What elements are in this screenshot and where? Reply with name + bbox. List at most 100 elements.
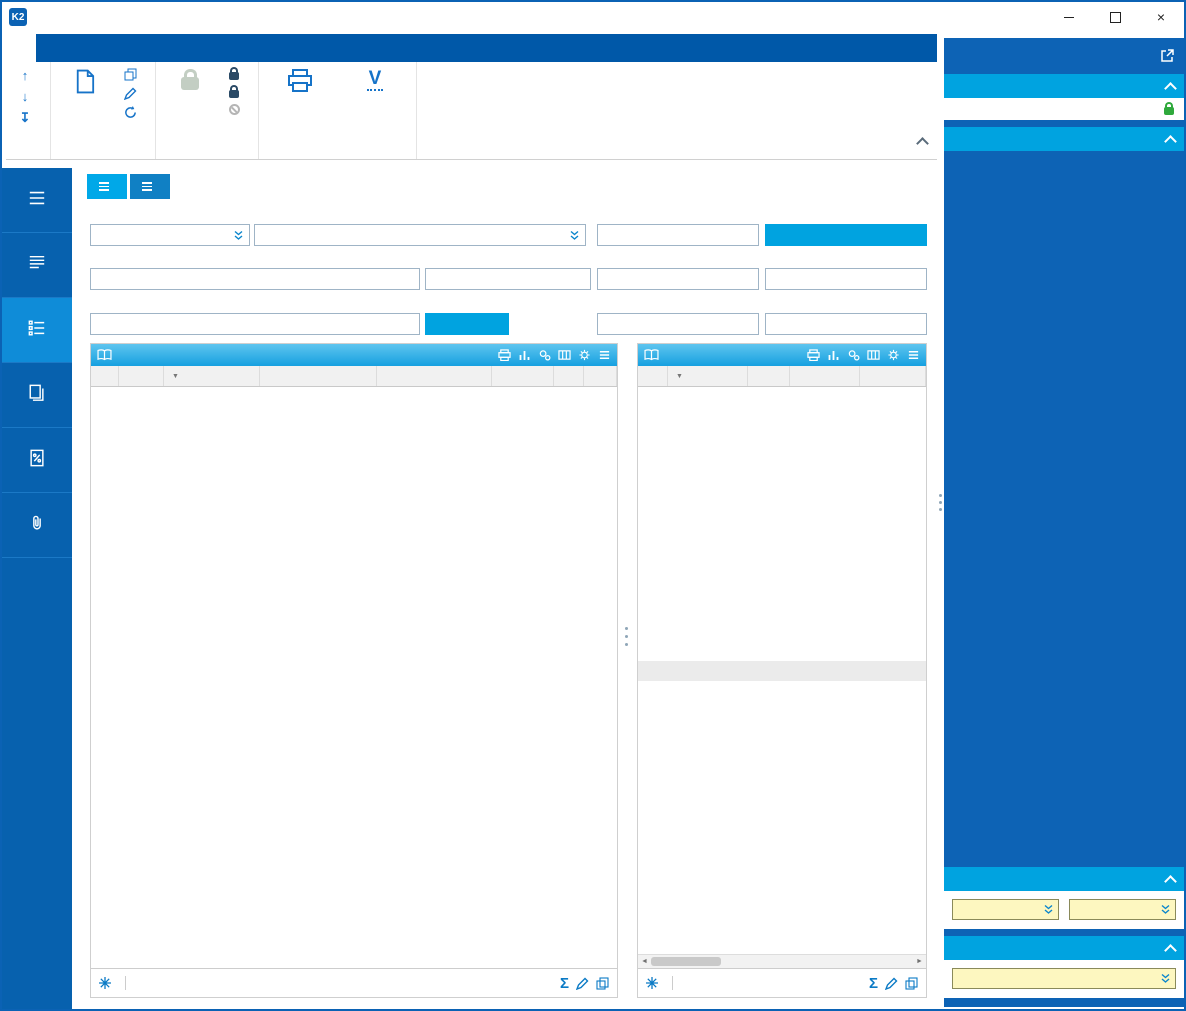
ribbon-tab-domu[interactable]	[6, 34, 36, 62]
kopie-button[interactable]	[117, 65, 150, 84]
minimize-button[interactable]	[1046, 2, 1092, 32]
close-button[interactable]: ×	[1138, 2, 1184, 32]
maximize-button[interactable]	[1092, 2, 1138, 32]
sidebar-item-prilohy[interactable]	[2, 493, 72, 558]
sidebar-item-prirazene-doklady[interactable]	[2, 363, 72, 428]
ribbon-tab-hromadne-akce[interactable]	[66, 34, 96, 62]
list-icon	[27, 189, 47, 207]
sum-icon[interactable]: Σ	[560, 975, 569, 992]
column-header-datum-pohybu[interactable]: ▼	[164, 366, 260, 386]
select-book-icon: V	[367, 69, 384, 91]
section-parametry[interactable]	[944, 867, 1184, 891]
settings-gear-icon[interactable]	[887, 349, 900, 361]
lock-icon	[229, 72, 239, 80]
column-header-datum-pohybu[interactable]: ▼	[668, 366, 748, 386]
book-icon	[97, 349, 112, 361]
column-header-pohyb[interactable]	[119, 366, 164, 386]
edit-icon[interactable]	[576, 977, 589, 990]
expand-panel-icon[interactable]	[1160, 49, 1174, 63]
chart-icon[interactable]	[827, 349, 840, 361]
obdobi-select[interactable]	[952, 968, 1176, 989]
sidebar-item-dan-z-nemovitosti[interactable]	[2, 428, 72, 493]
zmena-data-potvrzeni-button[interactable]	[222, 83, 253, 101]
edit-icon[interactable]	[885, 977, 898, 990]
section-ostatni-udaje[interactable]	[944, 127, 1184, 151]
columns-icon[interactable]	[558, 349, 571, 361]
tables-splitter[interactable]	[623, 608, 629, 664]
sum-icon[interactable]: Σ	[869, 975, 878, 992]
arrow-up-icon: ↑	[18, 68, 32, 83]
column-header-z[interactable]	[584, 366, 617, 386]
copy-rows-icon[interactable]	[596, 977, 609, 990]
column-header-rocni-proc[interactable]	[492, 366, 554, 386]
gears-icon[interactable]	[538, 349, 551, 361]
opravky-celkem-field[interactable]	[597, 268, 759, 290]
lock-icon	[1164, 107, 1174, 115]
tab-ucetni-plan[interactable]	[130, 174, 170, 199]
opravky-navedeni-field[interactable]	[765, 268, 927, 290]
list-icon	[99, 182, 109, 191]
chart-icon[interactable]	[518, 349, 531, 361]
dropdown-icon	[569, 230, 580, 241]
panel-splitter[interactable]	[937, 32, 944, 1009]
obnovit-button[interactable]	[117, 103, 150, 122]
typ-planu-select[interactable]	[90, 224, 250, 246]
gears-icon[interactable]	[847, 349, 860, 361]
ribbon-group-zaznam	[51, 62, 156, 159]
print-icon[interactable]	[498, 349, 511, 361]
vypoctovy-typ-field[interactable]	[425, 268, 591, 290]
tab-danovy-plan[interactable]	[87, 174, 127, 199]
sidebar-item-polozky[interactable]	[2, 298, 72, 363]
predchozi-button[interactable]: ↑	[11, 65, 45, 86]
column-header-typ[interactable]	[748, 366, 790, 386]
printer-icon	[287, 69, 313, 93]
storno-button[interactable]	[222, 101, 253, 118]
posledni-button[interactable]: ↧	[11, 107, 45, 129]
funkce-a-tisk-button[interactable]	[264, 65, 336, 142]
settings-gear-icon[interactable]	[578, 349, 591, 361]
section-zakladni-udaje[interactable]	[944, 74, 1184, 98]
ribbon-collapse-button[interactable]	[918, 137, 927, 151]
menu-icon[interactable]	[598, 349, 611, 361]
vstupni-cena-field[interactable]	[597, 224, 759, 246]
column-header-castka[interactable]	[377, 366, 492, 386]
odpisovy-plan-field[interactable]	[90, 268, 420, 290]
sort-arrow-icon: ▼	[676, 373, 683, 380]
column-header-ps[interactable]	[554, 366, 584, 386]
section-nastaveni[interactable]	[944, 936, 1184, 960]
scrollbar-thumb[interactable]	[651, 957, 721, 966]
horizontal-scrollbar[interactable]: ◄ ►	[638, 954, 926, 968]
scroll-right-icon[interactable]: ►	[913, 958, 926, 965]
column-header-typ-pohybu[interactable]	[260, 366, 377, 386]
sidebar-item-zakladni-udaje[interactable]	[2, 233, 72, 298]
obdobi-od-select[interactable]	[952, 899, 1059, 920]
obdobi-do-select[interactable]	[1069, 899, 1176, 920]
potvrzeni-button[interactable]	[161, 65, 219, 142]
copy-rows-icon[interactable]	[905, 977, 918, 990]
scroll-left-icon[interactable]: ◄	[638, 958, 651, 965]
column-header-castka[interactable]	[790, 366, 860, 386]
group-label-navigace	[11, 142, 45, 159]
prepocet-button[interactable]	[425, 313, 509, 335]
zmena-button[interactable]	[117, 84, 150, 103]
menu-icon[interactable]	[907, 349, 920, 361]
novy-button[interactable]	[56, 65, 114, 142]
maximize-icon	[1110, 12, 1121, 23]
plan-tabs	[87, 174, 170, 199]
vybrat-knihu-button[interactable]: V	[339, 65, 411, 142]
print-icon[interactable]	[807, 349, 820, 361]
columns-icon[interactable]	[867, 349, 880, 361]
book-icon	[644, 349, 659, 361]
historie-odpisu-button[interactable]	[765, 224, 927, 246]
neuplatnene-field[interactable]	[765, 313, 927, 335]
ribbon-tab-system[interactable]	[96, 34, 126, 62]
ribbon-tab-funkce[interactable]	[36, 34, 66, 62]
predvolba-select[interactable]	[254, 224, 586, 246]
odpisovy-rok-field[interactable]	[90, 313, 420, 335]
pocet-let-field[interactable]	[597, 313, 759, 335]
column-header-stredisko[interactable]	[860, 366, 926, 386]
nastaveni-body	[944, 960, 1184, 998]
sidebar-item-seznam[interactable]	[2, 168, 72, 233]
dalsi-button[interactable]: ↓	[11, 86, 45, 107]
odpotvrzeni-button[interactable]	[222, 65, 253, 83]
